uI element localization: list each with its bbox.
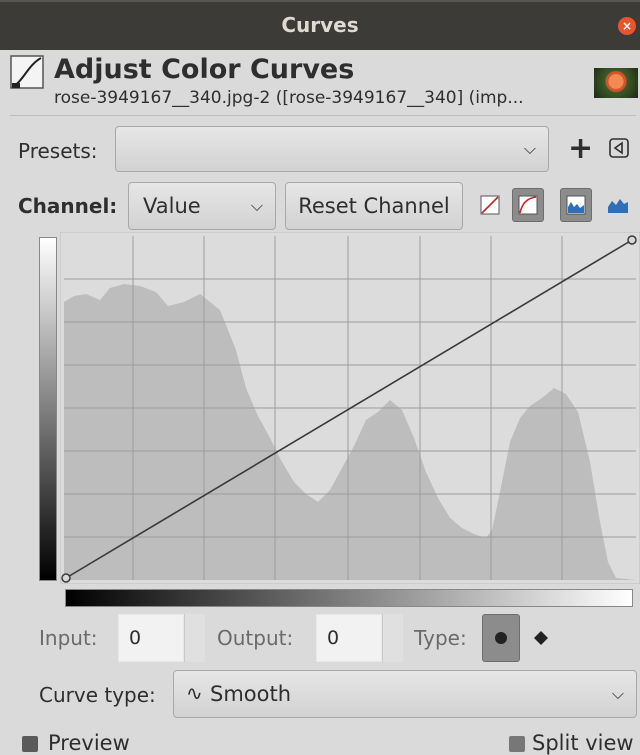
- header-divider: [10, 115, 636, 116]
- window-title: Curves: [281, 13, 359, 37]
- linear-scale-toggle[interactable]: [474, 188, 506, 222]
- add-preset-button[interactable]: +: [568, 131, 593, 166]
- output-spin-buttons[interactable]: [382, 614, 403, 662]
- smooth-point-type-button[interactable]: [482, 614, 520, 662]
- curve-type-value: Smooth: [210, 682, 292, 706]
- curve-point-start: [61, 573, 71, 583]
- reset-channel-button[interactable]: Reset Channel: [285, 182, 463, 230]
- channel-value: Value: [143, 194, 201, 218]
- output-field[interactable]: 0: [316, 614, 382, 662]
- dialog-heading: Adjust Color Curves: [54, 54, 355, 85]
- split-view-checkbox[interactable]: [509, 736, 525, 752]
- histogram-log-icon: [608, 199, 628, 213]
- presets-label: Presets:: [18, 139, 98, 163]
- type-label: Type:: [414, 626, 467, 650]
- curve-type-dropdown[interactable]: ∿ Smooth ⌵: [173, 670, 637, 718]
- curves-tool-icon: [10, 55, 44, 89]
- corner-point-icon: [534, 631, 548, 645]
- preview-checkbox[interactable]: [22, 736, 38, 752]
- preset-menu-icon[interactable]: [609, 138, 629, 158]
- chevron-down-icon: ⌵: [250, 196, 263, 215]
- input-label: Input:: [39, 626, 98, 650]
- window-titlebar[interactable]: Curves ×: [0, 0, 640, 50]
- curve-point-end: [627, 235, 637, 245]
- channel-dropdown[interactable]: Value ⌵: [128, 182, 276, 230]
- close-icon[interactable]: ×: [618, 17, 636, 35]
- input-spin-buttons[interactable]: [184, 614, 205, 662]
- corner-point-type-button[interactable]: [526, 614, 556, 662]
- input-field[interactable]: 0: [118, 614, 184, 662]
- histogram-icon: [566, 195, 586, 215]
- input-gradient-bar: [65, 589, 633, 607]
- chevron-down-icon: ⌵: [523, 139, 536, 158]
- chevron-down-icon: ⌵: [611, 684, 624, 703]
- log-scale-toggle[interactable]: [512, 188, 544, 222]
- presets-dropdown[interactable]: ⌵: [115, 126, 549, 172]
- smooth-point-icon: [495, 632, 507, 644]
- split-view-label[interactable]: Split view: [532, 731, 634, 755]
- log-curve-icon: [518, 195, 538, 215]
- output-gradient-bar: [39, 237, 57, 581]
- image-name: rose-3949167__340.jpg-2 ([rose-3949167__…: [54, 88, 524, 108]
- curve-type-label: Curve type:: [39, 683, 156, 707]
- image-thumbnail: [594, 68, 638, 98]
- log-histogram-toggle[interactable]: [602, 188, 634, 222]
- curve-graph[interactable]: [60, 232, 640, 584]
- smooth-curve-icon: ∿: [186, 681, 203, 705]
- linear-curve-icon: [480, 195, 500, 215]
- preview-label[interactable]: Preview: [48, 731, 130, 755]
- output-label: Output:: [217, 626, 294, 650]
- channel-label: Channel:: [18, 194, 118, 218]
- linear-histogram-toggle[interactable]: [560, 188, 592, 222]
